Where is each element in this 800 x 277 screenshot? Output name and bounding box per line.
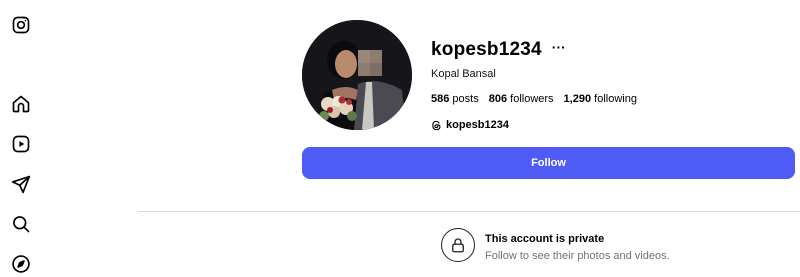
lock-badge xyxy=(441,228,475,262)
stat-following[interactable]: 1,290 following xyxy=(564,93,637,105)
messages-icon[interactable] xyxy=(10,173,32,195)
profile-info: kopesb1234 ··· Kopal Bansal 586 posts 80… xyxy=(431,38,647,131)
threads-handle: kopesb1234 xyxy=(446,119,509,131)
follow-button[interactable]: Follow xyxy=(302,147,795,179)
home-icon[interactable] xyxy=(10,93,32,115)
profile-full-name: Kopal Bansal xyxy=(431,68,496,80)
threads-icon xyxy=(432,120,441,130)
lock-icon xyxy=(452,238,464,253)
private-account-title: This account is private xyxy=(485,233,605,245)
profile-username: kopesb1234 xyxy=(431,39,542,60)
stat-posts-count: 586 xyxy=(431,93,450,105)
profile-page: kopesb1234 ··· Kopal Bansal 586 posts 80… xyxy=(0,0,800,277)
stat-following-label: following xyxy=(594,93,637,105)
explore-icon[interactable] xyxy=(10,253,32,275)
stat-posts: 586 posts xyxy=(431,93,479,105)
more-options-button[interactable]: ··· xyxy=(552,40,566,58)
reels-icon[interactable] xyxy=(10,133,32,155)
profile-avatar[interactable] xyxy=(302,20,412,130)
instagram-icon[interactable] xyxy=(10,14,32,36)
username-row: kopesb1234 ··· xyxy=(431,38,647,62)
private-account-subtitle: Follow to see their photos and videos. xyxy=(485,250,670,262)
search-icon[interactable] xyxy=(10,213,32,235)
stat-followers[interactable]: 806 followers xyxy=(489,93,554,105)
divider xyxy=(138,211,800,212)
stat-followers-label: followers xyxy=(510,93,554,105)
side-nav xyxy=(0,0,44,277)
stat-posts-label: posts xyxy=(452,93,479,105)
stat-following-count: 1,290 xyxy=(563,93,592,105)
profile-stats: 586 posts 806 followers 1,290 following xyxy=(431,93,647,105)
threads-link[interactable]: kopesb1234 xyxy=(431,119,647,131)
stat-followers-count: 806 xyxy=(488,93,508,105)
